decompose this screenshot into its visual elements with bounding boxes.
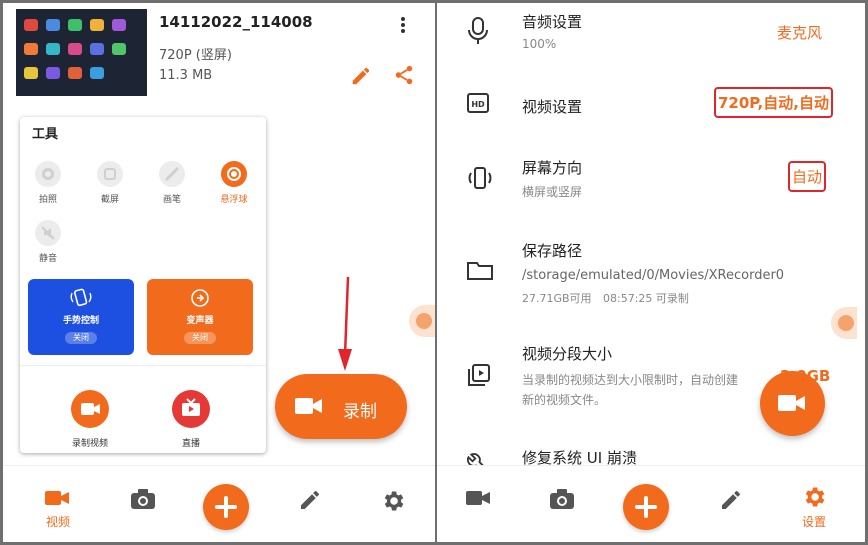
annotation-arrow bbox=[338, 276, 352, 371]
floating-ball-icon bbox=[416, 313, 432, 329]
record-button[interactable]: 录制 bbox=[275, 374, 407, 439]
nav-settings[interactable]: 设置 bbox=[784, 466, 844, 542]
gear-icon bbox=[805, 487, 825, 507]
screenshot-frame: 14112022_114008 720P (竖屏) 11.3 MB 工具 拍照 … bbox=[0, 0, 868, 545]
setting-audio[interactable]: 音频设置 100% 麦克风 bbox=[437, 3, 865, 73]
share-icon[interactable] bbox=[393, 64, 415, 86]
floating-ball[interactable] bbox=[831, 307, 857, 339]
video-size: 11.3 MB bbox=[159, 68, 213, 83]
camera-icon bbox=[550, 489, 574, 509]
setting-value: 自动 bbox=[788, 161, 827, 192]
storage-free: 27.71GB可用 bbox=[522, 292, 592, 305]
nav-edit[interactable] bbox=[702, 466, 762, 542]
tool-label: 画笔 bbox=[162, 195, 181, 205]
record-label: 录制 bbox=[343, 402, 377, 422]
nav-camera[interactable] bbox=[532, 466, 592, 542]
setting-value: 720P,自动,自动 bbox=[714, 87, 833, 118]
nav-settings[interactable] bbox=[363, 466, 423, 542]
floating-ball-icon bbox=[221, 161, 247, 187]
voice-changer-card[interactable]: 变声器 关闭 bbox=[147, 279, 253, 355]
floating-ball-icon bbox=[838, 315, 854, 331]
video-camera-icon bbox=[295, 398, 322, 414]
hd-icon: HD bbox=[467, 93, 489, 113]
video-title: 14112022_114008 bbox=[159, 13, 313, 31]
microphone-icon bbox=[468, 17, 488, 44]
setting-subtitle: 当录制的视频达到大小限制时，自动创建 bbox=[522, 373, 739, 387]
brush-icon bbox=[159, 161, 185, 187]
nav-videos[interactable]: 视频 bbox=[28, 466, 88, 542]
more-options-icon[interactable] bbox=[395, 15, 411, 37]
pencil-icon bbox=[301, 490, 319, 509]
screen-rotation-icon bbox=[468, 167, 492, 189]
setting-subtitle: 横屏或竖屏 bbox=[522, 185, 583, 199]
setting-video[interactable]: HD 视频设置 720P,自动,自动 bbox=[437, 75, 865, 139]
settings-screen: 音频设置 100% 麦克风 HD 视频设置 720P,自动,自动 屏幕方向 横屏… bbox=[437, 3, 865, 542]
video-segment-icon bbox=[468, 364, 490, 386]
add-button[interactable] bbox=[623, 484, 669, 530]
camera-icon bbox=[131, 489, 155, 509]
video-camera-icon bbox=[778, 395, 805, 411]
setting-value: 麦克风 bbox=[777, 24, 823, 42]
setting-title: 保存路径 bbox=[522, 242, 583, 260]
tool-screenshot[interactable]: 截屏 bbox=[87, 161, 133, 205]
pencil-icon bbox=[722, 490, 740, 509]
record-fab[interactable] bbox=[760, 371, 825, 436]
card-status: 关闭 bbox=[184, 332, 216, 344]
setting-title: 音频设置 bbox=[522, 13, 583, 31]
setting-subtitle: 100% bbox=[522, 37, 557, 51]
record-video-action[interactable]: 录制视频 bbox=[50, 390, 130, 449]
live-tv-icon bbox=[172, 390, 210, 428]
live-action[interactable]: 直播 bbox=[151, 390, 231, 449]
tool-mute[interactable]: 静音 bbox=[25, 220, 71, 264]
card-status: 关闭 bbox=[65, 332, 97, 344]
screenshot-icon bbox=[97, 161, 123, 187]
voice-changer-icon bbox=[191, 289, 209, 307]
tool-floating-ball[interactable]: 悬浮球 bbox=[211, 161, 257, 205]
setting-save-path[interactable]: 保存路径 /storage/emulated/0/Movies/XRecorde… bbox=[437, 228, 865, 318]
setting-subtitle-2: 新的视频文件。 bbox=[522, 393, 607, 407]
floating-ball[interactable] bbox=[409, 305, 435, 337]
gesture-control-card[interactable]: 手势控制 关闭 bbox=[28, 279, 134, 355]
tool-brush[interactable]: 画笔 bbox=[149, 161, 195, 205]
nav-label: 视频 bbox=[45, 515, 70, 529]
mute-icon bbox=[35, 220, 61, 246]
divider bbox=[20, 365, 266, 366]
setting-subtitle: /storage/emulated/0/Movies/XRecorder0 bbox=[522, 268, 785, 283]
svg-text:HD: HD bbox=[471, 100, 485, 109]
gear-icon bbox=[384, 491, 404, 511]
nav-edit[interactable] bbox=[281, 466, 341, 542]
folder-icon bbox=[467, 262, 493, 280]
video-thumbnail[interactable] bbox=[16, 9, 147, 96]
bottom-nav: 视频 bbox=[3, 465, 435, 542]
tool-photo[interactable]: 拍照 bbox=[25, 161, 71, 205]
setting-title: 视频设置 bbox=[522, 98, 583, 116]
bottom-nav: 设置 bbox=[437, 465, 865, 542]
record-time-remaining: 08:57:25 可录制 bbox=[603, 292, 689, 305]
tool-label: 拍照 bbox=[38, 195, 57, 205]
video-camera-icon bbox=[466, 491, 490, 505]
tool-label: 截屏 bbox=[100, 195, 119, 205]
camera-shutter-icon bbox=[35, 161, 61, 187]
video-camera-icon bbox=[45, 491, 69, 505]
setting-title: 屏幕方向 bbox=[522, 159, 583, 177]
tools-title: 工具 bbox=[32, 127, 59, 142]
recorder-home-screen: 14112022_114008 720P (竖屏) 11.3 MB 工具 拍照 … bbox=[3, 3, 435, 542]
record-video-icon bbox=[71, 390, 109, 428]
gesture-icon bbox=[70, 288, 92, 307]
action-label: 直播 bbox=[181, 439, 200, 449]
card-label: 变声器 bbox=[186, 316, 214, 326]
tools-popup: 工具 拍照 截屏 画笔 悬浮球 静音 手势控制 关闭 变声器 关闭 录制视频 直… bbox=[20, 117, 266, 453]
nav-videos[interactable] bbox=[449, 466, 509, 542]
action-label: 录制视频 bbox=[71, 439, 108, 449]
add-button[interactable] bbox=[203, 484, 249, 530]
video-resolution: 720P (竖屏) bbox=[159, 48, 232, 63]
tool-label: 静音 bbox=[38, 254, 57, 264]
tool-label: 悬浮球 bbox=[220, 195, 248, 205]
edit-icon[interactable] bbox=[350, 65, 372, 87]
card-label: 手势控制 bbox=[62, 316, 99, 326]
setting-screen-orientation[interactable]: 屏幕方向 横屏或竖屏 自动 bbox=[437, 143, 865, 215]
setting-title: 视频分段大小 bbox=[522, 345, 613, 363]
nav-camera[interactable] bbox=[113, 466, 173, 542]
nav-label: 设置 bbox=[801, 515, 826, 529]
